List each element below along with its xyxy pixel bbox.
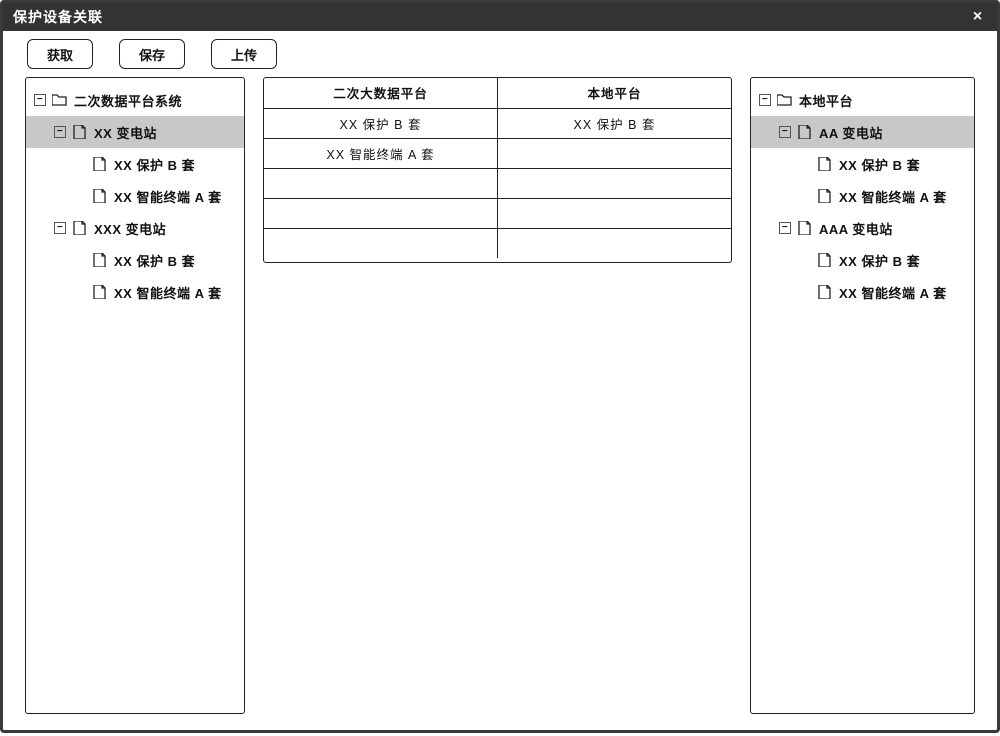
- tree-leaf[interactable]: XX 保护 B 套: [26, 148, 244, 180]
- tree-leaf[interactable]: XX 智能终端 A 套: [751, 180, 974, 212]
- table-cell: [498, 228, 732, 258]
- table-row[interactable]: XX 智能终端 A 套: [264, 138, 731, 168]
- table-cell: [264, 168, 498, 198]
- tree-leaf[interactable]: XX 智能终端 A 套: [751, 276, 974, 308]
- tree-node-label: XX 变电站: [94, 123, 157, 142]
- file-icon: [72, 125, 88, 139]
- file-icon: [817, 285, 833, 299]
- fetch-button[interactable]: 获取: [27, 39, 93, 69]
- table-header: 本地平台: [498, 78, 732, 108]
- tree-station[interactable]: − AA 变电站: [751, 116, 974, 148]
- tree-station[interactable]: − XXX 变电站: [26, 212, 244, 244]
- tree-root[interactable]: − 二次数据平台系统: [26, 84, 244, 116]
- expand-toggle-icon[interactable]: −: [54, 222, 66, 234]
- file-icon: [797, 125, 813, 139]
- fetch-button-label: 获取: [47, 45, 73, 64]
- file-icon: [92, 157, 108, 171]
- table-cell: XX 智能终端 A 套: [264, 138, 498, 168]
- table-row[interactable]: XX 保护 B 套 XX 保护 B 套: [264, 108, 731, 138]
- file-icon: [817, 189, 833, 203]
- tree-node-label: AA 变电站: [819, 123, 883, 142]
- tree-node-label: XX 保护 B 套: [114, 155, 195, 174]
- tree-leaf[interactable]: XX 保护 B 套: [26, 244, 244, 276]
- tree-node-label: 本地平台: [799, 91, 853, 110]
- mapping-table: 二次大数据平台 本地平台 XX 保护 B 套 XX 保护 B 套 XX 智能终端…: [264, 78, 731, 258]
- mapping-table-panel: 二次大数据平台 本地平台 XX 保护 B 套 XX 保护 B 套 XX 智能终端…: [263, 77, 732, 263]
- file-icon: [92, 285, 108, 299]
- table-cell: XX 保护 B 套: [498, 108, 732, 138]
- table-row[interactable]: [264, 168, 731, 198]
- upload-button[interactable]: 上传: [211, 39, 277, 69]
- tree-node-label: XX 保护 B 套: [839, 251, 920, 270]
- file-icon: [92, 253, 108, 267]
- table-row[interactable]: [264, 198, 731, 228]
- tree-node-label: AAA 变电站: [819, 219, 893, 238]
- upload-button-label: 上传: [231, 45, 257, 64]
- expand-toggle-icon[interactable]: −: [54, 126, 66, 138]
- file-icon: [92, 189, 108, 203]
- left-tree-panel: − 二次数据平台系统 − XX 变电站 XX 保护 B 套: [25, 77, 245, 714]
- table-cell: [498, 138, 732, 168]
- tree-node-label: XX 保护 B 套: [839, 155, 920, 174]
- window-title: 保护设备关联: [13, 7, 103, 27]
- table-cell: [264, 228, 498, 258]
- table-cell: [264, 198, 498, 228]
- table-cell: XX 保护 B 套: [264, 108, 498, 138]
- tree-node-label: XX 智能终端 A 套: [839, 187, 947, 206]
- toolbar: 获取 保存 上传: [3, 31, 997, 77]
- tree-leaf[interactable]: XX 智能终端 A 套: [26, 276, 244, 308]
- save-button-label: 保存: [139, 45, 165, 64]
- tree-node-label: XX 保护 B 套: [114, 251, 195, 270]
- table-cell: [498, 168, 732, 198]
- expand-toggle-icon[interactable]: −: [779, 126, 791, 138]
- expand-toggle-icon[interactable]: −: [34, 94, 46, 106]
- expand-toggle-icon[interactable]: −: [759, 94, 771, 106]
- tree-node-label: XX 智能终端 A 套: [114, 187, 222, 206]
- tree-node-label: XX 智能终端 A 套: [839, 283, 947, 302]
- titlebar: 保护设备关联 ×: [3, 3, 997, 31]
- tree-station[interactable]: − AAA 变电站: [751, 212, 974, 244]
- tree-root[interactable]: − 本地平台: [751, 84, 974, 116]
- file-icon: [797, 221, 813, 235]
- tree-node-label: 二次数据平台系统: [74, 91, 182, 110]
- table-cell: [498, 198, 732, 228]
- right-tree-panel: − 本地平台 − AA 变电站 XX 保护 B 套: [750, 77, 975, 714]
- tree-node-label: XX 智能终端 A 套: [114, 283, 222, 302]
- table-header: 二次大数据平台: [264, 78, 498, 108]
- save-button[interactable]: 保存: [119, 39, 185, 69]
- tree-node-label: XXX 变电站: [94, 219, 166, 238]
- file-icon: [817, 157, 833, 171]
- tree-leaf[interactable]: XX 保护 B 套: [751, 244, 974, 276]
- file-icon: [72, 221, 88, 235]
- close-icon[interactable]: ×: [969, 8, 987, 26]
- folder-icon: [52, 93, 68, 107]
- tree-station[interactable]: − XX 变电站: [26, 116, 244, 148]
- tree-leaf[interactable]: XX 保护 B 套: [751, 148, 974, 180]
- expand-toggle-icon[interactable]: −: [779, 222, 791, 234]
- file-icon: [817, 253, 833, 267]
- tree-leaf[interactable]: XX 智能终端 A 套: [26, 180, 244, 212]
- table-row[interactable]: [264, 228, 731, 258]
- folder-icon: [777, 93, 793, 107]
